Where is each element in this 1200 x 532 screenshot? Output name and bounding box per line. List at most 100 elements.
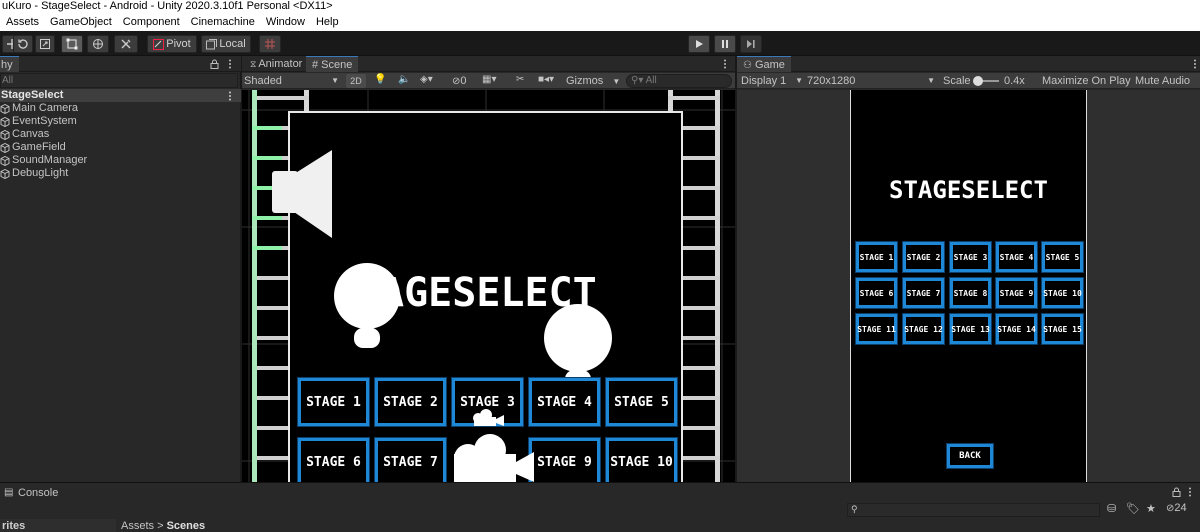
tab-scene[interactable]: # Scene bbox=[306, 56, 359, 72]
game-stage-button-12[interactable]: STAGE 12 bbox=[902, 313, 945, 345]
scene-search-input[interactable]: ⚲▾ All bbox=[626, 74, 732, 88]
star-icon[interactable]: ★ bbox=[1146, 502, 1156, 515]
gizmos-dropdown[interactable]: Gizmos ▼ bbox=[566, 73, 620, 89]
game-stage-button-4[interactable]: STAGE 4 bbox=[995, 241, 1038, 273]
scene-stage-button-10[interactable]: STAGE 10 bbox=[605, 437, 678, 482]
game-stage-button-6[interactable]: STAGE 6 bbox=[855, 277, 898, 309]
breadcrumb: Assets > Scenes bbox=[121, 519, 205, 532]
breadcrumb-assets[interactable]: Assets bbox=[121, 520, 154, 532]
shading-mode-dropdown[interactable]: Shaded ▼ bbox=[243, 73, 343, 89]
game-stage-button-7[interactable]: STAGE 7 bbox=[902, 277, 945, 309]
display-dropdown[interactable]: Display 1 ▼ bbox=[741, 73, 803, 89]
grid-snap-button[interactable] bbox=[259, 35, 281, 53]
pivot-toggle[interactable]: Pivot bbox=[147, 35, 197, 53]
scene-stage-button-7[interactable]: STAGE 7 bbox=[374, 437, 447, 482]
menu-component[interactable]: Component bbox=[123, 13, 180, 31]
hierarchy-item[interactable]: Main Camera bbox=[0, 102, 78, 115]
stage-label: STAGE 6 bbox=[306, 454, 361, 470]
custom-tool-button[interactable] bbox=[114, 35, 138, 53]
hidden-objects-toggle[interactable]: ⊘0 bbox=[452, 73, 467, 89]
game-viewport[interactable]: STAGESELECT STAGE 1 STAGE 2 STAGE 3 STAG… bbox=[737, 90, 1200, 482]
lighting-icon[interactable]: 💡 bbox=[374, 74, 386, 85]
game-stage-button-8[interactable]: STAGE 8 bbox=[949, 277, 992, 309]
scene-stage-button-1[interactable]: STAGE 1 bbox=[297, 377, 370, 427]
rect-tool-button[interactable] bbox=[61, 35, 83, 53]
menu-help[interactable]: Help bbox=[316, 13, 339, 31]
local-label: Local bbox=[219, 38, 246, 50]
gameobject-cube-icon bbox=[0, 142, 10, 153]
game-stage-button-3[interactable]: STAGE 3 bbox=[949, 241, 992, 273]
hierarchy-item[interactable]: GameField bbox=[0, 141, 66, 154]
more-options-icon[interactable] bbox=[1193, 59, 1197, 69]
play-button[interactable] bbox=[688, 35, 710, 53]
2d-mode-toggle[interactable]: 2D bbox=[346, 74, 366, 88]
game-stage-button-11[interactable]: STAGE 11 bbox=[855, 313, 898, 345]
audio-icon[interactable]: 🔈 bbox=[398, 74, 410, 85]
scene-stage-button-5[interactable]: STAGE 5 bbox=[605, 377, 678, 427]
notification-counter[interactable]: ⊘24 bbox=[1166, 502, 1187, 514]
scene-stage-button-9[interactable]: STAGE 9 bbox=[528, 437, 601, 482]
tab-animator[interactable]: ⧖ Animator bbox=[244, 56, 308, 72]
stage-label: STAGE 7 bbox=[906, 288, 941, 298]
game-stage-button-15[interactable]: STAGE 15 bbox=[1041, 313, 1084, 345]
game-stage-button-10[interactable]: STAGE 10 bbox=[1041, 277, 1084, 309]
hierarchy-item[interactable]: DebugLight bbox=[0, 167, 68, 180]
scene-hash-icon: # bbox=[312, 59, 319, 71]
more-options-icon[interactable] bbox=[1188, 487, 1192, 497]
more-options-icon[interactable] bbox=[228, 59, 232, 69]
transform-tool-button[interactable] bbox=[87, 35, 109, 53]
hierarchy-item[interactable]: Canvas bbox=[0, 128, 49, 141]
game-stage-button-9[interactable]: STAGE 9 bbox=[995, 277, 1038, 309]
game-stage-button-13[interactable]: STAGE 13 bbox=[949, 313, 992, 345]
shading-mode-value: Shaded bbox=[244, 75, 282, 87]
game-stage-button-1[interactable]: STAGE 1 bbox=[855, 241, 898, 273]
more-options-icon[interactable] bbox=[723, 59, 727, 69]
grid-icon[interactable]: ▦▾ bbox=[482, 74, 496, 85]
menu-assets[interactable]: Assets bbox=[6, 13, 39, 31]
camera-icon[interactable]: ■◂▾ bbox=[538, 74, 554, 85]
hierarchy-search-input[interactable]: All bbox=[0, 73, 238, 88]
scene-viewport[interactable]: AGESELECT STAGE 1 STAGE 2 STAGE 3 STAGE … bbox=[242, 90, 735, 482]
tools-icon[interactable]: ✂ bbox=[516, 74, 524, 85]
scale-tool-button[interactable] bbox=[35, 35, 55, 53]
game-stage-button-5[interactable]: STAGE 5 bbox=[1041, 241, 1084, 273]
resolution-dropdown[interactable]: 720x1280 ▼ bbox=[807, 73, 937, 89]
menu-window[interactable]: Window bbox=[266, 13, 305, 31]
step-button[interactable] bbox=[740, 35, 762, 53]
tab-game[interactable]: ⚇ Game bbox=[737, 56, 791, 72]
rotate-tool-button[interactable] bbox=[13, 35, 33, 53]
scale-slider[interactable] bbox=[973, 76, 999, 86]
console-search-input[interactable]: ⚲ bbox=[847, 503, 1100, 517]
hierarchy-item[interactable]: EventSystem bbox=[0, 115, 77, 128]
tag-icon[interactable]: 🏷 bbox=[1126, 502, 1140, 515]
effects-icon[interactable]: ◈▾ bbox=[420, 74, 433, 85]
stage-label: STAGE 8 bbox=[953, 288, 988, 298]
lock-icon[interactable] bbox=[1172, 487, 1181, 497]
tab-console[interactable]: ▤ Console bbox=[0, 485, 58, 501]
game-title-text: STAGESELECT bbox=[889, 176, 1048, 204]
scale-value: 0.4x bbox=[1004, 75, 1025, 87]
maximize-on-play-toggle[interactable]: Maximize On Play bbox=[1042, 73, 1131, 89]
menu-cinemachine[interactable]: Cinemachine bbox=[191, 13, 255, 31]
lock-icon[interactable] bbox=[210, 59, 219, 69]
local-toggle[interactable]: Local bbox=[201, 35, 251, 53]
scene-stage-button-4[interactable]: STAGE 4 bbox=[528, 377, 601, 427]
tab-scene-label: Scene bbox=[321, 59, 353, 71]
menu-gameobject[interactable]: GameObject bbox=[50, 13, 112, 31]
game-stage-button-14[interactable]: STAGE 14 bbox=[995, 313, 1038, 345]
game-back-button[interactable]: BACK bbox=[946, 443, 994, 469]
mute-audio-toggle[interactable]: Mute Audio bbox=[1135, 73, 1190, 89]
scene-stage-button-2[interactable]: STAGE 2 bbox=[374, 377, 447, 427]
scene-stage-button-6[interactable]: STAGE 6 bbox=[297, 437, 370, 482]
scale-slider-handle[interactable] bbox=[973, 76, 983, 86]
more-options-icon[interactable] bbox=[228, 91, 232, 101]
chevron-down-icon: ▼ bbox=[612, 77, 621, 86]
hierarchy-item[interactable]: SoundManager bbox=[0, 154, 87, 167]
breadcrumb-scenes[interactable]: Scenes bbox=[167, 520, 206, 532]
tab-hierarchy[interactable]: hy bbox=[0, 56, 19, 72]
pause-button[interactable] bbox=[714, 35, 736, 53]
hierarchy-scene-row[interactable]: StageSelect bbox=[0, 89, 241, 102]
scene-toolbar: Shaded ▼ 2D 💡 🔈 ◈▾ ⊘0 ▦▾ ✂ ■◂▾ Gizmos ▼ … bbox=[242, 73, 735, 89]
layers-icon[interactable]: ⛁ bbox=[1107, 502, 1116, 515]
game-stage-button-2[interactable]: STAGE 2 bbox=[902, 241, 945, 273]
